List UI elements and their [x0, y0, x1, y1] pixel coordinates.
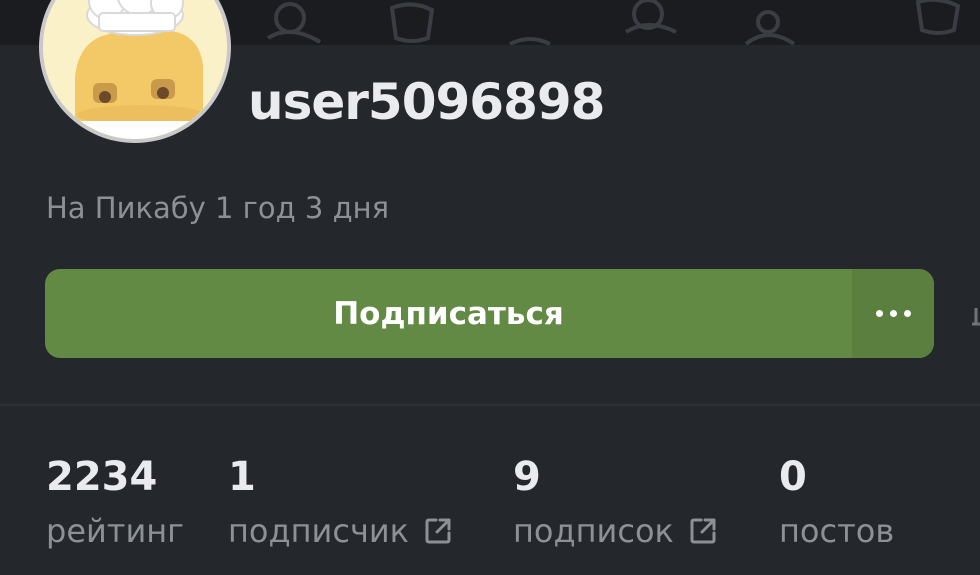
account-age: На Пикабу 1 год 3 дня [46, 191, 390, 225]
external-link-icon[interactable] [688, 516, 718, 546]
bell-icon[interactable] [970, 304, 980, 330]
stat-label: постов [779, 512, 895, 550]
profile-page: user5096898 На Пикабу 1 год 3 дня Подпис… [0, 0, 980, 575]
stat-label: подписок [513, 512, 674, 550]
external-link-icon[interactable] [423, 516, 453, 546]
stat-value: 9 [513, 454, 541, 500]
stat-followers[interactable]: 1 подписчик [228, 452, 453, 552]
ellipsis-icon [875, 310, 911, 317]
stat-rating: 2234 рейтинг [46, 452, 184, 552]
avatar-image [43, 0, 227, 139]
stat-label: подписчик [228, 512, 409, 550]
section-divider [0, 404, 980, 406]
stat-value: 0 [779, 454, 807, 500]
stat-posts[interactable]: 0 постов [779, 452, 894, 552]
subscribe-button-group: Подписаться [45, 269, 934, 358]
stat-subscriptions[interactable]: 9 подписок [513, 452, 718, 552]
stat-label: рейтинг [46, 512, 184, 550]
more-options-button[interactable] [852, 269, 934, 358]
avatar[interactable] [39, 0, 231, 143]
stat-value: 2234 [46, 454, 158, 500]
username: user5096898 [248, 73, 605, 131]
subscribe-button[interactable]: Подписаться [45, 269, 852, 358]
stat-value: 1 [228, 454, 256, 500]
